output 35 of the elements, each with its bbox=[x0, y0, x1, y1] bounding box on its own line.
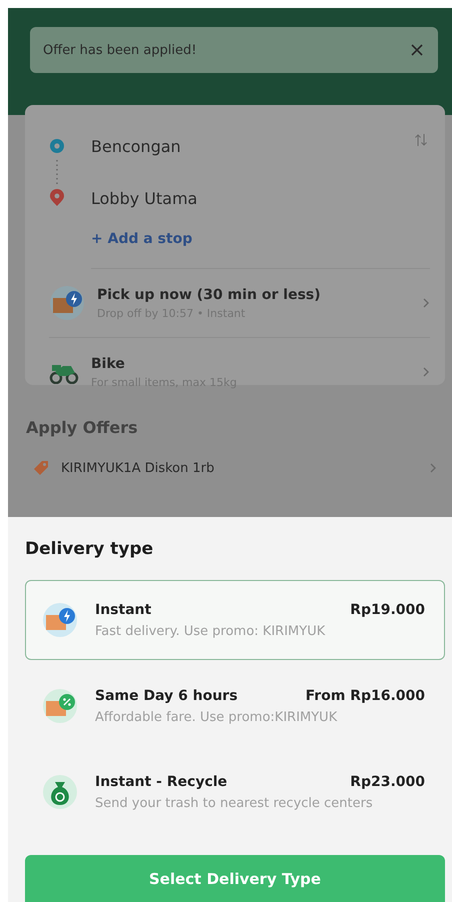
delivery-option[interactable]: Instant - Recycle Rp23.000 Send your trash to nearest recycle centers bbox=[25, 752, 445, 832]
option-description: Fast delivery. Use promo: KIRIMYUK bbox=[95, 624, 326, 638]
option-price: Rp19.000 bbox=[350, 602, 425, 618]
toast-message: Offer has been applied! bbox=[43, 42, 197, 58]
chevron-icon bbox=[429, 462, 437, 474]
option-name: Instant - Recycle bbox=[95, 774, 228, 790]
option-description: Send your trash to nearest recycle centers bbox=[95, 796, 374, 810]
offer-label: KIRIMYUK1A Diskon 1rb bbox=[61, 460, 216, 476]
stop-address[interactable]: Lobby Utama bbox=[91, 188, 430, 208]
section-title: Apply Offers bbox=[26, 418, 139, 437]
location-pin-icon bbox=[49, 189, 65, 207]
option-description: Affordable fare. Use promo:KIRIMYUK bbox=[95, 710, 338, 724]
tag-icon bbox=[32, 459, 50, 477]
sheet-title: Delivery type bbox=[25, 539, 154, 559]
option-price: Rp23.000 bbox=[350, 774, 425, 790]
chevron-icon bbox=[422, 297, 430, 309]
stop-address[interactable]: Bencongan bbox=[91, 136, 414, 156]
close-icon bbox=[410, 43, 424, 57]
option-name: Instant bbox=[95, 602, 152, 618]
offer-row[interactable]: KIRIMYUK1A Diskon 1rb bbox=[32, 459, 437, 477]
option-price: From Rp16.000 bbox=[306, 688, 425, 704]
delivery-option[interactable]: Instant Rp19.000 Fast delivery. Use promo: KIRIMYUK bbox=[25, 580, 445, 660]
package-bolt-icon bbox=[49, 285, 85, 321]
origin-dot-icon bbox=[49, 138, 65, 154]
package-bolt-icon bbox=[42, 602, 78, 638]
option-name: Same Day 6 hours bbox=[95, 688, 238, 704]
option-title: Bike bbox=[91, 356, 126, 372]
add-stop-link[interactable]: + Add a stop bbox=[91, 231, 430, 269]
delivery-option[interactable]: Same Day 6 hours From Rp16.000 Affordable fare. Use promo:KIRIMYUK bbox=[25, 666, 445, 746]
recycle-bag-icon bbox=[42, 774, 78, 810]
option-title: Pick up now (30 min or less) bbox=[97, 286, 322, 302]
dotted-connector bbox=[56, 159, 58, 185]
swap-icon bbox=[414, 133, 428, 147]
package-percent-icon bbox=[42, 688, 78, 724]
chevron-icon bbox=[422, 366, 430, 378]
